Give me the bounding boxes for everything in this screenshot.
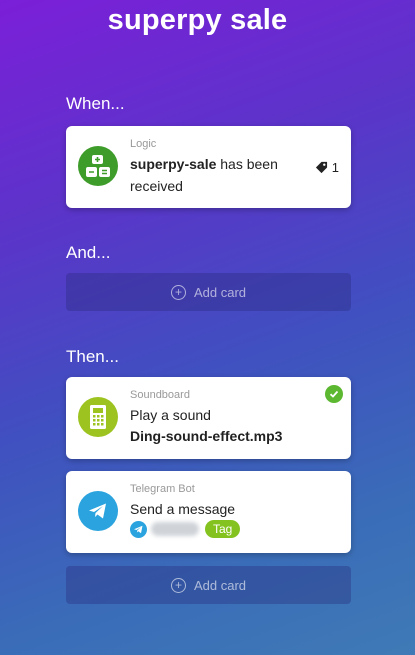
tag-count-value: 1 bbox=[331, 160, 339, 175]
card-category: Soundboard bbox=[130, 389, 190, 401]
when-card[interactable]: Logic superpy-sale has been received 1 bbox=[66, 126, 351, 208]
add-card-button[interactable]: + Add card bbox=[66, 273, 351, 311]
card-category: Logic bbox=[130, 138, 157, 150]
page-title: superpy sale bbox=[107, 4, 288, 36]
telegram-avatar-icon bbox=[130, 520, 147, 538]
add-card-label: Add card bbox=[193, 284, 247, 300]
redacted-recipient bbox=[151, 522, 199, 536]
then-heading: Then... bbox=[66, 347, 119, 366]
card-text-2: received bbox=[130, 178, 183, 194]
then-card-telegram[interactable]: Telegram Bot Send a message Tag bbox=[66, 471, 351, 553]
flow-name: superpy-sale bbox=[130, 156, 217, 172]
recipient-row[interactable]: Tag bbox=[130, 520, 241, 538]
soundboard-icon bbox=[78, 397, 118, 437]
and-heading: And... bbox=[66, 243, 111, 262]
plus-icon: + bbox=[170, 577, 186, 593]
add-card-label: Add card bbox=[193, 577, 247, 593]
card-value: Ding-sound-effect.mp3 bbox=[130, 428, 283, 444]
card-category: Telegram Bot bbox=[130, 483, 195, 495]
telegram-icon bbox=[78, 491, 118, 531]
card-text: has been bbox=[220, 156, 278, 172]
card-action: Play a sound bbox=[130, 407, 211, 423]
calculator-icon bbox=[78, 146, 118, 186]
add-card-button-then[interactable]: + Add card bbox=[66, 566, 351, 604]
tag-icon bbox=[315, 161, 327, 174]
card-action: Send a message bbox=[130, 501, 236, 517]
tag-pill[interactable]: Tag bbox=[205, 520, 241, 538]
then-card-soundboard[interactable]: Soundboard Play a sound Ding-sound-effec… bbox=[66, 377, 351, 459]
plus-icon: + bbox=[170, 284, 186, 300]
check-icon bbox=[325, 385, 343, 403]
when-heading: When... bbox=[66, 94, 125, 113]
card-title: superpy-sale has been bbox=[130, 156, 278, 172]
tag-count: 1 bbox=[315, 160, 339, 175]
